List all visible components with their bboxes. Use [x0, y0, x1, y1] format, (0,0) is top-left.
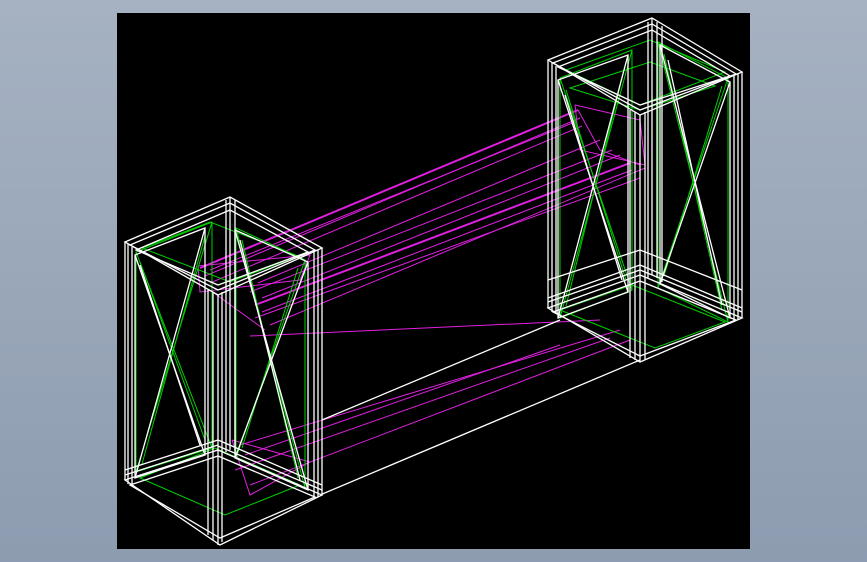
- right-cabinet: [546, 17, 744, 363]
- connecting-duct: [197, 104, 646, 496]
- left-cabinet: [123, 196, 641, 546]
- cad-viewport[interactable]: [117, 13, 750, 549]
- wireframe-drawing: [123, 17, 744, 546]
